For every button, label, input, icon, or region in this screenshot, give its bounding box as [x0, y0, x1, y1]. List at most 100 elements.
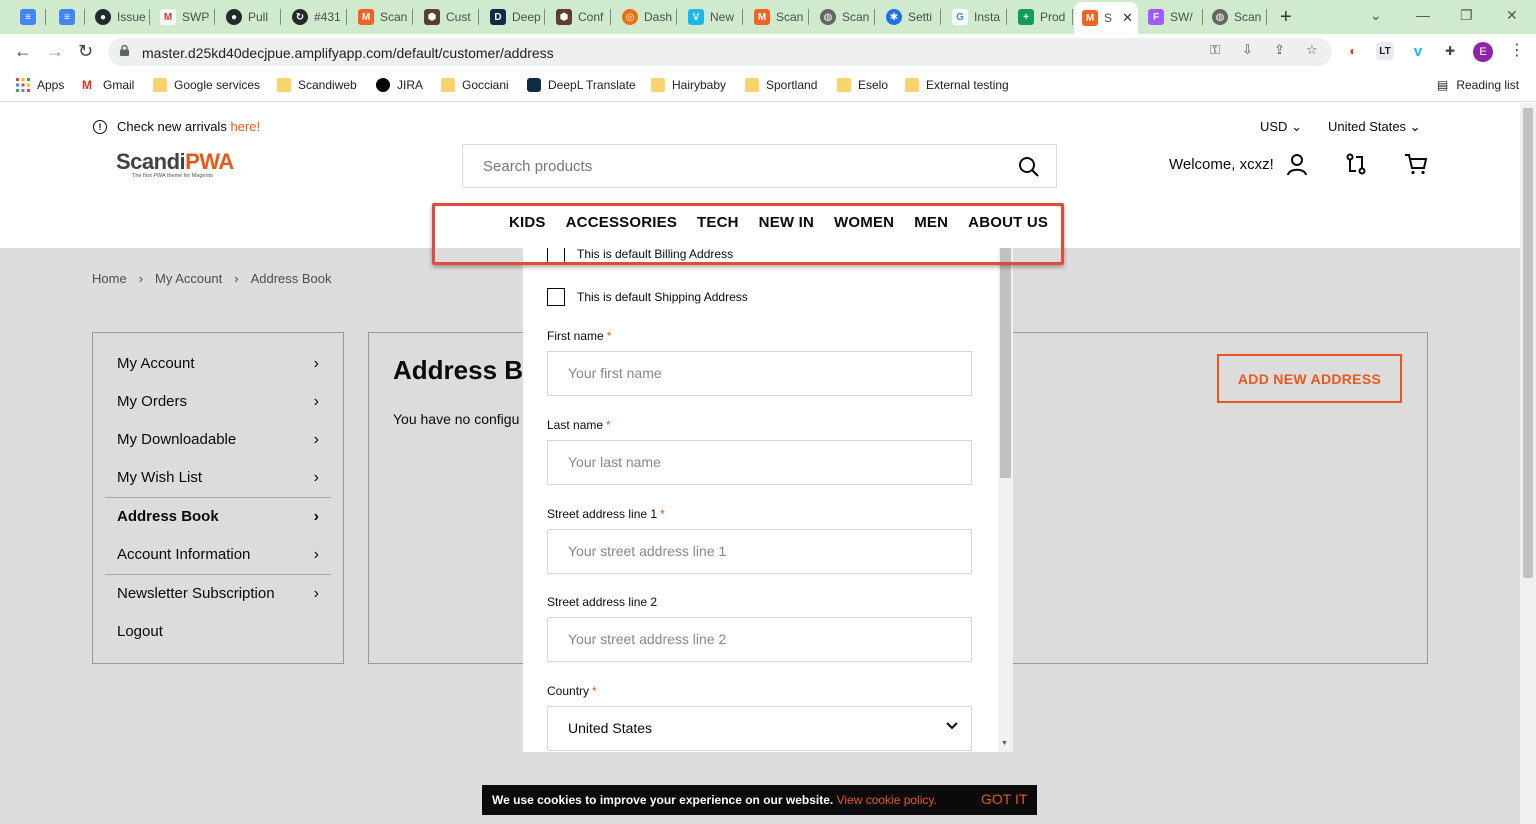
restore-icon[interactable]: ❐	[1460, 7, 1473, 24]
bookmark-folder[interactable]: Scandiweb	[277, 78, 357, 92]
profile-avatar[interactable]: E	[1473, 42, 1493, 62]
share-icon[interactable]: ⇪	[1274, 42, 1285, 58]
browser-tab[interactable]: M SWP	[152, 5, 215, 29]
bookmark-gmail[interactable]: M Gmail	[82, 78, 134, 92]
browser-tab-active[interactable]: M S ✕	[1074, 2, 1138, 34]
key-icon[interactable]: ⚿	[1210, 42, 1220, 58]
page-scrollbar-thumb[interactable]	[1523, 108, 1533, 578]
default-billing-checkbox[interactable]: This is default Billing Address	[547, 248, 733, 263]
sidebar-item-address-book[interactable]: Address Book ›	[117, 508, 319, 525]
compare-icon[interactable]	[1344, 152, 1368, 176]
bookmark-apps[interactable]: Apps	[16, 78, 64, 92]
account-icon[interactable]	[1285, 152, 1309, 176]
browser-tab[interactable]: ≡	[12, 5, 46, 29]
cart-icon[interactable]	[1404, 152, 1428, 176]
menu-item-new-in[interactable]: NEW IN	[759, 214, 814, 231]
languagetool-icon[interactable]: LT	[1376, 42, 1394, 60]
menu-item-women[interactable]: WOMEN	[834, 214, 894, 231]
bookmark-folder[interactable]: Eselo	[837, 78, 888, 92]
search-field[interactable]: Search products	[462, 144, 1057, 188]
menu-item-about-us[interactable]: ABOUT US	[968, 214, 1048, 231]
address-bar[interactable]: master.d25kd40decjpue.amplifyapp.com/def…	[108, 38, 1332, 66]
browser-tab[interactable]: M Scan	[746, 5, 809, 29]
checkbox-box[interactable]	[547, 248, 565, 263]
bookmark-folder[interactable]: Sportland	[745, 78, 817, 92]
browser-tab[interactable]: ⬢ Conf	[548, 5, 611, 29]
new-tab-button[interactable]: +	[1280, 6, 1292, 29]
sidebar-item-my-account[interactable]: My Account ›	[117, 355, 319, 372]
cookie-policy-link[interactable]: View cookie policy.	[837, 793, 937, 807]
install-icon[interactable]: ⇩	[1242, 42, 1253, 58]
site-logo[interactable]: ScandiPWA The first PWA theme for Magent…	[116, 149, 234, 179]
forward-icon[interactable]: →	[46, 41, 64, 62]
browser-tab[interactable]: V New	[680, 5, 743, 29]
puzzle-icon[interactable]: ✚	[1441, 42, 1459, 60]
menu-item-men[interactable]: MEN	[914, 214, 948, 231]
minimize-icon[interactable]: —	[1416, 7, 1430, 23]
browser-tab[interactable]: F SW/	[1140, 5, 1203, 29]
checkbox-box[interactable]	[547, 288, 565, 306]
street-line-1-field[interactable]: Your street address line 1	[547, 529, 972, 574]
bookmark-folder[interactable]: Gocciani	[441, 78, 509, 92]
bookmark-jira[interactable]: JIRA	[376, 78, 423, 92]
bookmark-deepl[interactable]: DeepL Translate	[527, 78, 636, 92]
country-select[interactable]: United States	[547, 706, 972, 751]
folder-icon	[153, 78, 167, 92]
jira-icon	[376, 78, 390, 92]
add-new-address-button[interactable]: ADD NEW ADDRESS	[1217, 354, 1402, 403]
first-name-field[interactable]: Your first name	[547, 351, 972, 396]
reading-list-button[interactable]: ▤ Reading list	[1437, 78, 1519, 92]
close-window-icon[interactable]: ✕	[1506, 7, 1518, 24]
arrivals-link[interactable]: here!	[230, 119, 260, 134]
bookmark-folder[interactable]: Hairybaby	[651, 78, 726, 92]
breadcrumb-home[interactable]: Home	[92, 271, 127, 286]
bookmark-folder[interactable]: External testing	[905, 78, 1009, 92]
back-icon[interactable]: ←	[14, 41, 32, 62]
modal-scrollbar-thumb[interactable]	[1000, 248, 1011, 478]
browser-tab[interactable]: ◎ Dash	[614, 5, 677, 29]
tab-search-icon[interactable]: ⌄	[1370, 7, 1382, 24]
browser-tab[interactable]: + Prod	[1010, 5, 1073, 29]
got-it-button[interactable]: GOT IT	[981, 791, 1027, 807]
breadcrumb-my-account[interactable]: My Account	[155, 271, 222, 286]
menu-kebab-icon[interactable]: ⋮	[1509, 40, 1525, 60]
menu-item-accessories[interactable]: ACCESSORIES	[566, 214, 677, 231]
extension-icon[interactable]: ◐	[1344, 42, 1362, 60]
browser-tab[interactable]: ◍ Scan	[1204, 5, 1267, 29]
browser-tab[interactable]: ✱ Setti	[878, 5, 941, 29]
browser-tab[interactable]: M Scan	[350, 5, 413, 29]
country-switcher[interactable]: United States ⌄	[1328, 119, 1421, 135]
sidebar-item-account-information[interactable]: Account Information ›	[117, 546, 319, 563]
browser-tab[interactable]: D Deep	[482, 5, 545, 29]
lock-icon	[120, 45, 129, 56]
github-icon: ●	[226, 9, 242, 25]
bookmark-folder[interactable]: Google services	[153, 78, 260, 92]
scroll-down-arrow-icon[interactable]: ▼	[1001, 740, 1008, 747]
street-line-2-field[interactable]: Your street address line 2	[547, 617, 972, 662]
sidebar-item-my-downloadable[interactable]: My Downloadable ›	[117, 431, 319, 448]
search-icon[interactable]	[1018, 156, 1040, 178]
default-shipping-checkbox[interactable]: This is default Shipping Address	[547, 288, 748, 306]
browser-tab[interactable]: ⬢ Cust	[416, 5, 479, 29]
sidebar-item-logout[interactable]: Logout	[117, 623, 317, 640]
browser-tab[interactable]: ↻ #431	[284, 5, 347, 29]
reload-icon[interactable]: ↻	[78, 41, 93, 62]
sidebar-item-my-orders[interactable]: My Orders ›	[117, 393, 319, 410]
menu-item-tech[interactable]: TECH	[697, 214, 739, 231]
breadcrumb: Home › My Account › Address Book	[92, 271, 332, 286]
browser-tab[interactable]: G Insta	[944, 5, 1007, 29]
google-icon: G	[952, 9, 968, 25]
menu-item-kids[interactable]: KIDS	[509, 214, 546, 231]
close-tab-icon[interactable]: ✕	[1122, 10, 1133, 26]
sidebar-item-newsletter[interactable]: Newsletter Subscription ›	[117, 585, 319, 602]
bookmark-star-icon[interactable]: ☆	[1306, 42, 1318, 58]
browser-tab[interactable]: ● Issue	[87, 5, 150, 29]
vimeo-extension-icon[interactable]: v	[1409, 42, 1427, 60]
chevron-right-icon: ›	[138, 271, 144, 286]
last-name-field[interactable]: Your last name	[547, 440, 972, 485]
currency-switcher[interactable]: USD ⌄	[1260, 119, 1302, 135]
browser-tab[interactable]: ◍ Scan	[812, 5, 875, 29]
browser-tab[interactable]: ≡	[51, 5, 85, 29]
sidebar-item-my-wish-list[interactable]: My Wish List ›	[117, 469, 319, 486]
browser-tab[interactable]: ● Pull	[218, 5, 281, 29]
